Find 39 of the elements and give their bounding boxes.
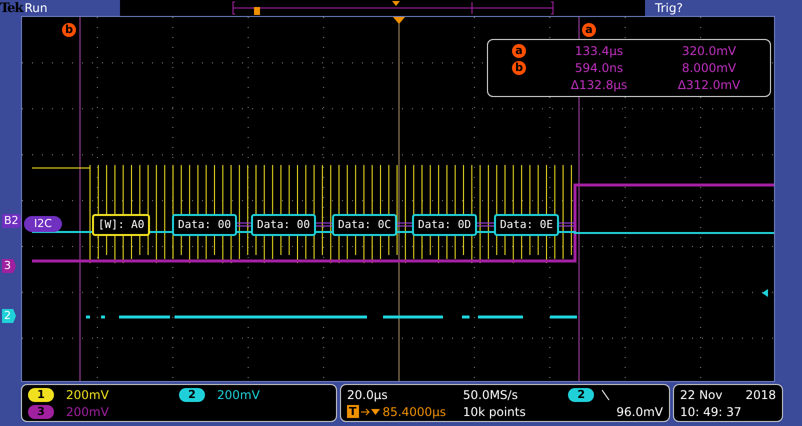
bus-label: I2C [24, 216, 62, 232]
channel-badge[interactable]: 2 [179, 388, 205, 402]
year: 2018 [745, 388, 776, 402]
channel-badge[interactable]: 1 [28, 388, 54, 402]
record-view-icon [232, 1, 554, 15]
falling-edge-icon [602, 388, 610, 400]
trigger-badge: T [347, 405, 359, 418]
voltage-readout: 320.0mV [680, 44, 738, 58]
trigger-position: 85.4000µs [382, 404, 446, 418]
trigger-status: Trig? [655, 1, 683, 15]
voltage-readout: 8.000mV [680, 60, 738, 75]
channel-marker[interactable]: 3 [2, 259, 16, 273]
brand-logo: Tek [0, 0, 22, 16]
channel-scale: 200mV [66, 388, 109, 402]
record-length: 10k points [462, 404, 527, 418]
time-readout: 594.0ns [574, 60, 624, 75]
packet-label: Data: 0C [332, 214, 397, 236]
cursor-label[interactable]: b [62, 23, 76, 37]
cursor-label: b [512, 60, 526, 75]
packet-label: Data: 00 [251, 214, 316, 236]
cursor-label: a [512, 44, 526, 58]
trigger-source: 2 [568, 388, 594, 402]
run-status: Run [24, 1, 48, 15]
time-readout: Δ132.8µs [570, 78, 628, 92]
packet-label: [W]: A0 [92, 214, 150, 236]
channel-scale: 200mV [66, 404, 109, 418]
arrow-icon [360, 406, 381, 416]
time: 10: 49: 37 [680, 404, 743, 418]
horizontal-scale: 20.0µs [347, 388, 389, 402]
packet-label: Data: 0E [494, 214, 559, 236]
packet-label: Data: 00 [172, 214, 237, 236]
channel-scale: 200mV [217, 388, 260, 402]
packet-label: Data: 0D [412, 214, 477, 236]
voltage-readout: Δ312.0mV [676, 78, 742, 92]
sample-rate: 50.0MS/s [462, 388, 519, 402]
cursor-label[interactable]: a [582, 23, 596, 37]
time-readout: 133.4µs [574, 44, 624, 58]
trigger-level: 96.0mV [616, 404, 663, 418]
date: 22 Nov [680, 388, 724, 402]
